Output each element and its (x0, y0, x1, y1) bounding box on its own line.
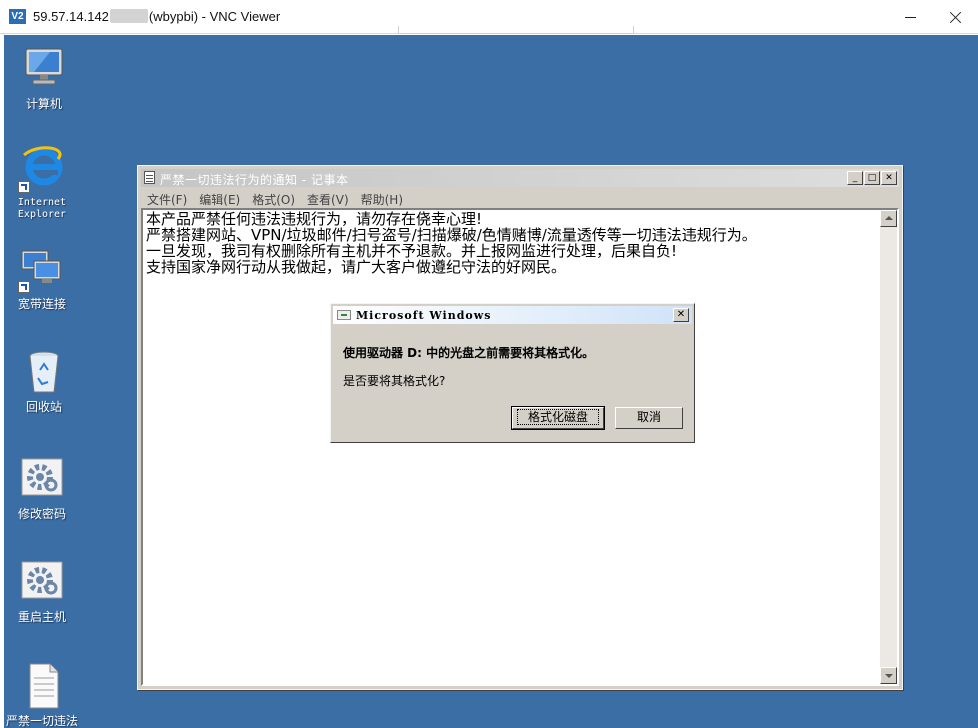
notepad-close-button[interactable]: ✕ (881, 171, 897, 185)
desktop-icon-label: 计算机 (25, 97, 62, 111)
notepad-menubar: 文件(F) 编辑(E) 格式(O) 查看(V) 帮助(H) (141, 188, 899, 207)
desktop-icon-internet-explorer[interactable]: Internet Explorer (4, 145, 80, 221)
notepad-line: 支持国家净网行动从我做起，请广大客户做遵纪守法的好网民。 (146, 258, 567, 276)
desktop-icon-label: 严禁一切违法行为的通知 (5, 714, 78, 728)
desktop-icon-change-password[interactable]: 修改密码 (4, 455, 80, 521)
vnc-logo-icon: V2 (9, 9, 26, 24)
vnc-title-suffix: (wbypbi) - VNC Viewer (148, 9, 281, 24)
notepad-text-area[interactable]: 本产品严禁任何违法违规行为，请勿存在侥幸心理! 严禁搭建网站、VPN/垃圾邮件/扫… (141, 208, 899, 686)
desktop-icon-computer[interactable]: 计算机 (6, 45, 82, 111)
dialog-titlebar[interactable]: Microsoft Windows ✕ (333, 306, 692, 324)
notepad-line: 严禁搭建网站、VPN/垃圾邮件/扫号盗号/扫描爆破/色情赌博/流量透传等一切违法… (146, 226, 757, 244)
vnc-close-button[interactable] (932, 0, 978, 34)
desktop-icon-label: 回收站 (25, 400, 62, 414)
menu-file[interactable]: 文件(F) (141, 188, 193, 208)
recycle-bin-icon (20, 348, 68, 396)
remote-desktop[interactable]: 计算机 Internet Explorer 宽带连接 回收站 修改密码 重启主机… (4, 35, 978, 728)
shortcut-arrow-icon (18, 181, 30, 193)
desktop-icon-label: 宽带连接 (17, 297, 66, 311)
notepad-minimize-button[interactable]: _ (847, 171, 863, 185)
menu-help[interactable]: 帮助(H) (355, 188, 409, 208)
format-disk-dialog[interactable]: Microsoft Windows ✕ 使用驱动器 D: 中的光盘之前需要将其格… (330, 303, 695, 443)
window-app-icon (337, 310, 351, 320)
notepad-title: 严禁一切违法行为的通知 - 记事本 (160, 173, 349, 187)
desktop-icon-label: Internet Explorer (17, 197, 67, 220)
notepad-line: 一旦发现，我司有权删除所有主机并不予退款。并上报网监进行处理，后果自负! (146, 242, 678, 260)
dialog-message: 使用驱动器 D: 中的光盘之前需要将其格式化。 (343, 346, 595, 360)
notepad-line: 本产品严禁任何违法违规行为，请勿存在侥幸心理! (146, 210, 483, 228)
menu-format[interactable]: 格式(O) (246, 188, 301, 208)
network-connection-icon (18, 245, 66, 293)
cancel-button[interactable]: 取消 (615, 407, 683, 429)
desktop-icon-restart-host[interactable]: 重启主机 (4, 558, 80, 624)
menu-edit[interactable]: 编辑(E) (193, 188, 246, 208)
computer-icon (20, 45, 68, 93)
desktop-icon-label: 重启主机 (17, 610, 66, 624)
mouse-cursor-icon (696, 681, 701, 686)
scroll-up-arrow-icon[interactable] (880, 210, 897, 227)
vnc-minimize-button[interactable] (888, 0, 934, 34)
notepad-content: 本产品严禁任何违法违规行为，请勿存在侥幸心理! 严禁搭建网站、VPN/垃圾邮件/扫… (146, 211, 873, 275)
notepad-maximize-button[interactable]: □ (864, 171, 880, 185)
redacted-blur (109, 9, 148, 23)
vnc-window-title: 59.57.14.142 (wbypbi) - VNC Viewer (33, 9, 280, 24)
vnc-titlebar: V2 59.57.14.142 (wbypbi) - VNC Viewer (0, 0, 978, 34)
format-disk-button-label: 格式化磁盘 (516, 409, 599, 425)
desktop-icon-broadband[interactable]: 宽带连接 (4, 245, 80, 311)
vnc-host-address: 59.57.14.142 (33, 9, 109, 24)
shortcut-arrow-icon (18, 281, 30, 293)
format-disk-button[interactable]: 格式化磁盘 (511, 406, 605, 430)
desktop-icon-label: 修改密码 (17, 507, 66, 521)
dialog-title: Microsoft Windows (356, 309, 492, 322)
menu-view[interactable]: 查看(V) (301, 188, 355, 208)
notepad-icon (144, 171, 155, 184)
settings-gear-icon (18, 558, 66, 606)
dialog-close-button[interactable]: ✕ (673, 308, 689, 322)
text-document-icon (18, 662, 66, 710)
scroll-down-arrow-icon[interactable] (880, 667, 897, 684)
desktop-icon-recycle-bin[interactable]: 回收站 (6, 348, 82, 414)
notepad-titlebar[interactable]: 严禁一切违法行为的通知 - 记事本 _ □ ✕ (141, 169, 899, 187)
internet-explorer-icon (18, 145, 66, 193)
notepad-vertical-scrollbar[interactable] (880, 210, 897, 684)
settings-gear-icon (18, 455, 66, 503)
dialog-question: 是否要将其格式化? (343, 374, 446, 388)
remote-connection-bar[interactable] (398, 26, 634, 34)
desktop-icon-notice-document[interactable]: 严禁一切违法行为的通知 (4, 662, 80, 728)
